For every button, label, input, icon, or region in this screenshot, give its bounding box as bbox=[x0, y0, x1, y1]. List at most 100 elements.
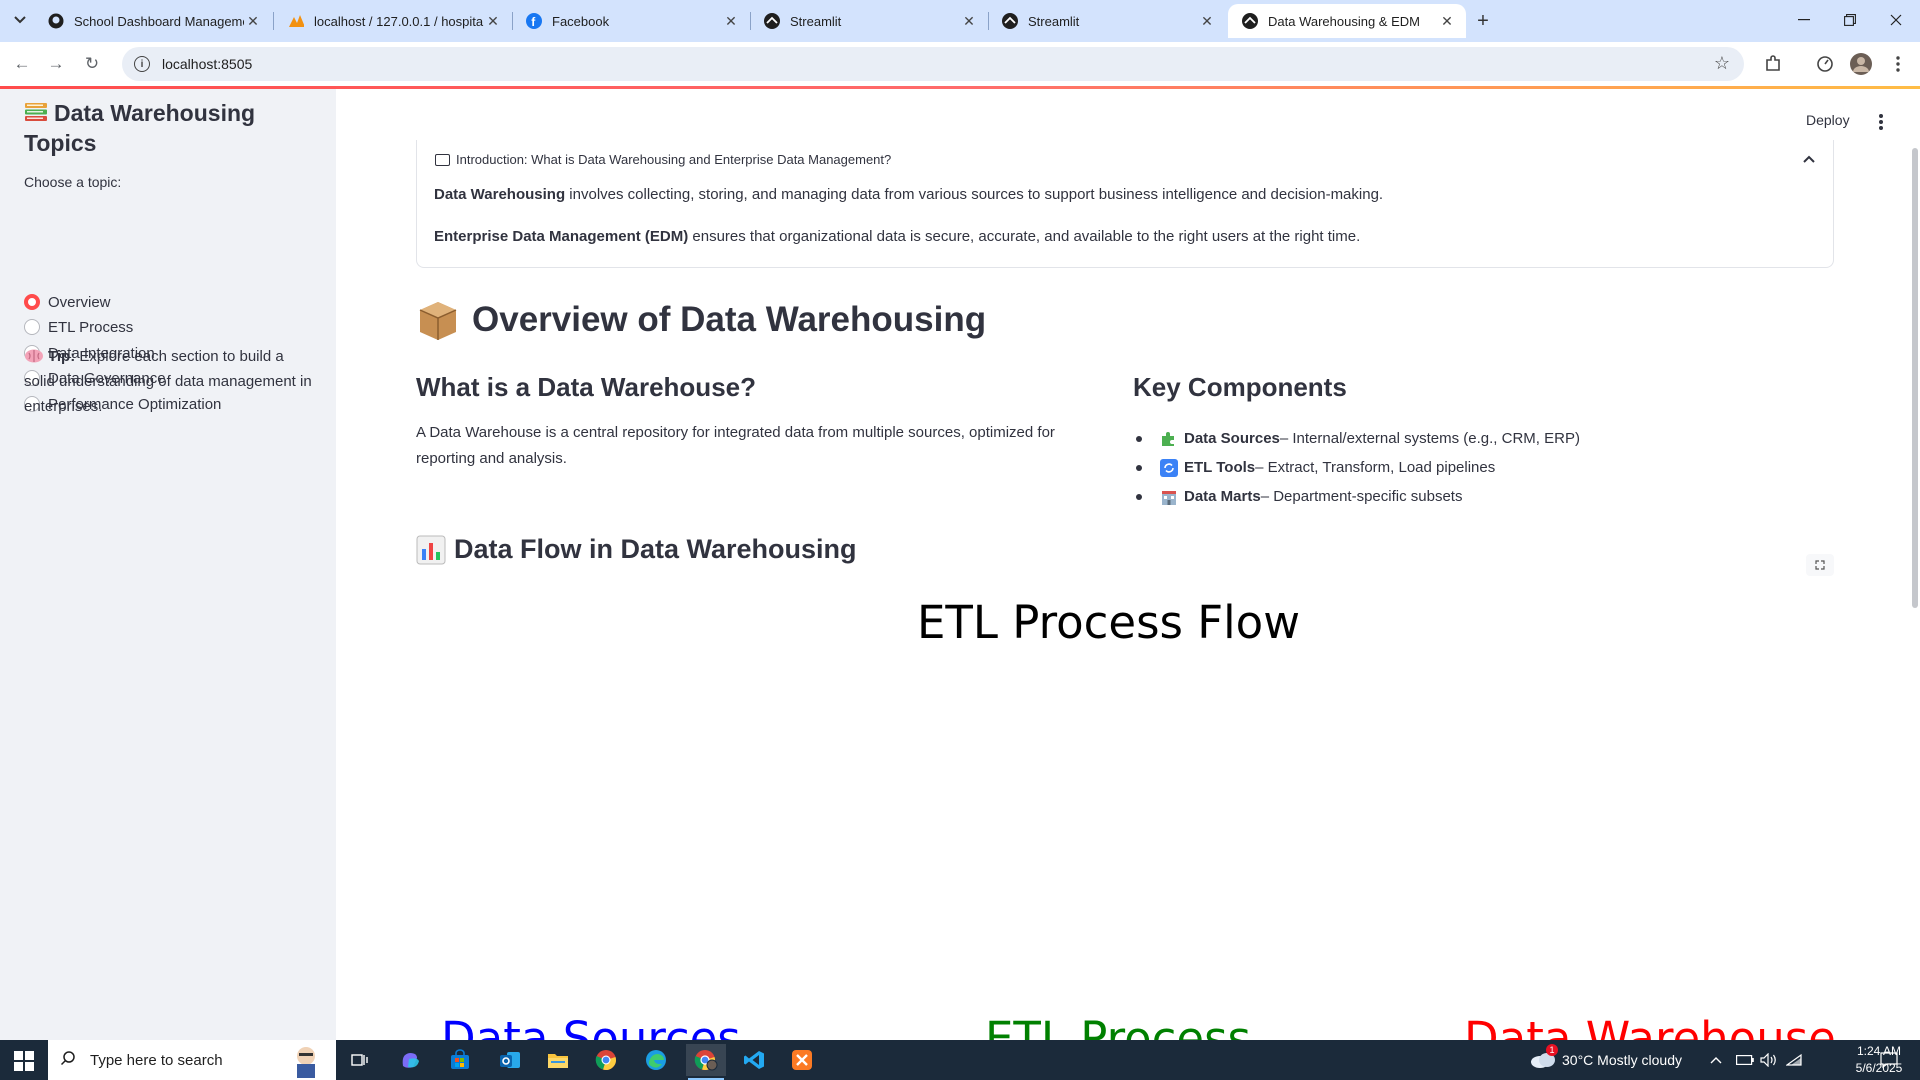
taskbar-clock[interactable]: 1:24 AM 5/6/2025 bbox=[1848, 1043, 1910, 1077]
radio-option-overview[interactable]: Overview bbox=[24, 291, 111, 313]
intro-paragraph-2: Enterprise Data Management (EDM) ensures… bbox=[434, 228, 1360, 245]
taskbar-chrome[interactable] bbox=[586, 1044, 626, 1076]
edge-icon bbox=[646, 1050, 666, 1070]
battery-icon bbox=[1736, 1055, 1754, 1065]
taskbar-file-explorer[interactable] bbox=[538, 1044, 578, 1076]
tab-search-button[interactable] bbox=[8, 8, 32, 32]
restore-icon bbox=[1844, 14, 1856, 26]
tab-close-icon[interactable]: ✕ bbox=[1438, 12, 1456, 30]
puzzle-piece-icon bbox=[1766, 55, 1780, 71]
store-icon bbox=[451, 1049, 469, 1069]
restore-button[interactable] bbox=[1830, 6, 1870, 34]
site-info-icon[interactable]: i bbox=[134, 56, 150, 72]
streamlit-icon bbox=[1002, 13, 1018, 29]
arrow-left-icon: ← bbox=[13, 54, 31, 73]
radio-button[interactable] bbox=[24, 319, 40, 335]
close-window-button[interactable] bbox=[1876, 6, 1916, 34]
profile-avatar[interactable] bbox=[1848, 51, 1874, 77]
speaker-icon bbox=[1760, 1053, 1776, 1067]
extensions-button[interactable] bbox=[1760, 51, 1786, 77]
deploy-button[interactable]: Deploy bbox=[1806, 112, 1850, 128]
intro-expander: Introduction: What is Data Warehousing a… bbox=[416, 140, 1834, 268]
taskbar-search-box[interactable]: Type here to search bbox=[48, 1040, 336, 1080]
browser-tab-2[interactable]: localhost / 127.0.0.1 / hospital / ✕ bbox=[274, 4, 512, 38]
volume-status[interactable] bbox=[1760, 1040, 1778, 1080]
list-item: ETL Tools – Extract, Transform, Load pip… bbox=[1134, 453, 1580, 482]
reload-button[interactable]: ↻ bbox=[78, 50, 106, 78]
gauge-icon bbox=[1817, 56, 1833, 72]
copilot-icon bbox=[402, 1053, 419, 1068]
bookmark-star-icon[interactable]: ☆ bbox=[1714, 53, 1730, 74]
clock-time: 1:24 AM bbox=[1856, 1044, 1902, 1058]
radio-button-selected[interactable] bbox=[24, 294, 40, 310]
radio-option-etl-process[interactable]: ETL Process bbox=[24, 316, 133, 338]
performance-button[interactable] bbox=[1812, 51, 1838, 77]
main-menu-button[interactable] bbox=[1876, 112, 1886, 132]
tab-close-icon[interactable]: ✕ bbox=[960, 12, 978, 30]
fullscreen-button[interactable] bbox=[1806, 554, 1834, 576]
search-icon bbox=[60, 1050, 76, 1070]
list-item: Data Marts – Department-specific subsets bbox=[1134, 482, 1580, 511]
task-view-button[interactable] bbox=[340, 1044, 380, 1076]
intro-p1-bold: Data Warehousing bbox=[434, 186, 566, 203]
browser-tab-strip: School Dashboard Management ✕ localhost … bbox=[0, 0, 1920, 42]
list-item: Data Sources – Internal/external systems… bbox=[1134, 424, 1580, 453]
chevron-down-icon bbox=[14, 16, 26, 24]
taskbar-outlook[interactable] bbox=[490, 1044, 530, 1076]
bar-chart-icon bbox=[416, 535, 446, 564]
tab-close-icon[interactable]: ✕ bbox=[244, 12, 262, 30]
sidebar-tip: Tip: Explore each section to build a sol… bbox=[24, 344, 314, 419]
tip-label: Tip: bbox=[48, 348, 76, 365]
arrows-cycle-icon bbox=[1160, 458, 1178, 477]
browser-tab-5[interactable]: Streamlit ✕ bbox=[988, 4, 1226, 38]
show-hidden-icons-button[interactable] bbox=[1710, 1040, 1722, 1080]
page-title-text: Overview of Data Warehousing bbox=[472, 300, 987, 339]
package-icon bbox=[419, 302, 457, 340]
taskbar-chrome-profile[interactable] bbox=[686, 1044, 726, 1080]
network-status[interactable] bbox=[1786, 1040, 1804, 1080]
expander-header[interactable]: Introduction: What is Data Warehousing a… bbox=[435, 152, 891, 167]
tab-close-icon[interactable]: ✕ bbox=[1198, 12, 1216, 30]
weather-badge: 1 bbox=[1546, 1043, 1558, 1056]
facebook-icon: f bbox=[526, 13, 542, 29]
chrome-profile-icon bbox=[694, 1050, 718, 1071]
browser-tab-1[interactable]: School Dashboard Management ✕ bbox=[34, 4, 272, 38]
browser-tab-3[interactable]: f Facebook ✕ bbox=[512, 4, 750, 38]
topic-radio-label: Choose a topic: bbox=[24, 174, 122, 190]
taskbar-store[interactable] bbox=[440, 1044, 480, 1076]
browser-tab-active[interactable]: Data Warehousing & EDM ✕ bbox=[1228, 4, 1466, 38]
scrollbar-thumb[interactable] bbox=[1912, 148, 1918, 608]
address-bar[interactable]: i localhost:8505 ☆ bbox=[122, 47, 1744, 81]
browser-tab-4[interactable]: Streamlit ✕ bbox=[750, 4, 988, 38]
taskbar-search-placeholder: Type here to search bbox=[90, 1051, 223, 1069]
windows-taskbar: Type here to search 1 30°C Mostly cloudy… bbox=[0, 1040, 1920, 1080]
minimize-button[interactable] bbox=[1784, 6, 1824, 34]
taskbar-copilot[interactable] bbox=[390, 1044, 430, 1076]
chevron-up-icon[interactable] bbox=[1803, 150, 1815, 166]
chart-title: ETL Process Flow bbox=[916, 596, 1301, 649]
expand-icon bbox=[1815, 560, 1825, 570]
taskbar-xampp[interactable] bbox=[782, 1044, 822, 1076]
tab-close-icon[interactable]: ✕ bbox=[484, 12, 502, 30]
tab-close-icon[interactable]: ✕ bbox=[722, 12, 740, 30]
data-flow-heading: Data Flow in Data Warehousing bbox=[416, 534, 857, 565]
forward-button[interactable]: → bbox=[42, 50, 70, 78]
notification-center-button[interactable] bbox=[1880, 1040, 1898, 1080]
outlook-icon bbox=[500, 1052, 520, 1068]
windows-start-button[interactable] bbox=[14, 1051, 34, 1071]
taskbar-vscode[interactable] bbox=[734, 1044, 774, 1076]
minimize-icon bbox=[1798, 19, 1810, 21]
back-button[interactable]: ← bbox=[8, 50, 36, 78]
brain-icon bbox=[25, 349, 43, 363]
taskbar-edge[interactable] bbox=[636, 1044, 676, 1076]
tab-title: Streamlit bbox=[1028, 13, 1080, 29]
browser-menu-button[interactable] bbox=[1885, 51, 1911, 77]
streamlit-icon bbox=[1242, 13, 1258, 29]
new-tab-button[interactable]: + bbox=[1470, 8, 1496, 34]
tab-title: Facebook bbox=[552, 13, 610, 29]
weather-widget[interactable]: 1 30°C Mostly cloudy bbox=[1530, 1040, 1682, 1080]
sidebar-title: Data Warehousing Topics bbox=[24, 98, 314, 158]
close-icon bbox=[1890, 14, 1902, 26]
battery-status[interactable] bbox=[1736, 1040, 1754, 1080]
component-name: ETL Tools bbox=[1184, 459, 1256, 476]
